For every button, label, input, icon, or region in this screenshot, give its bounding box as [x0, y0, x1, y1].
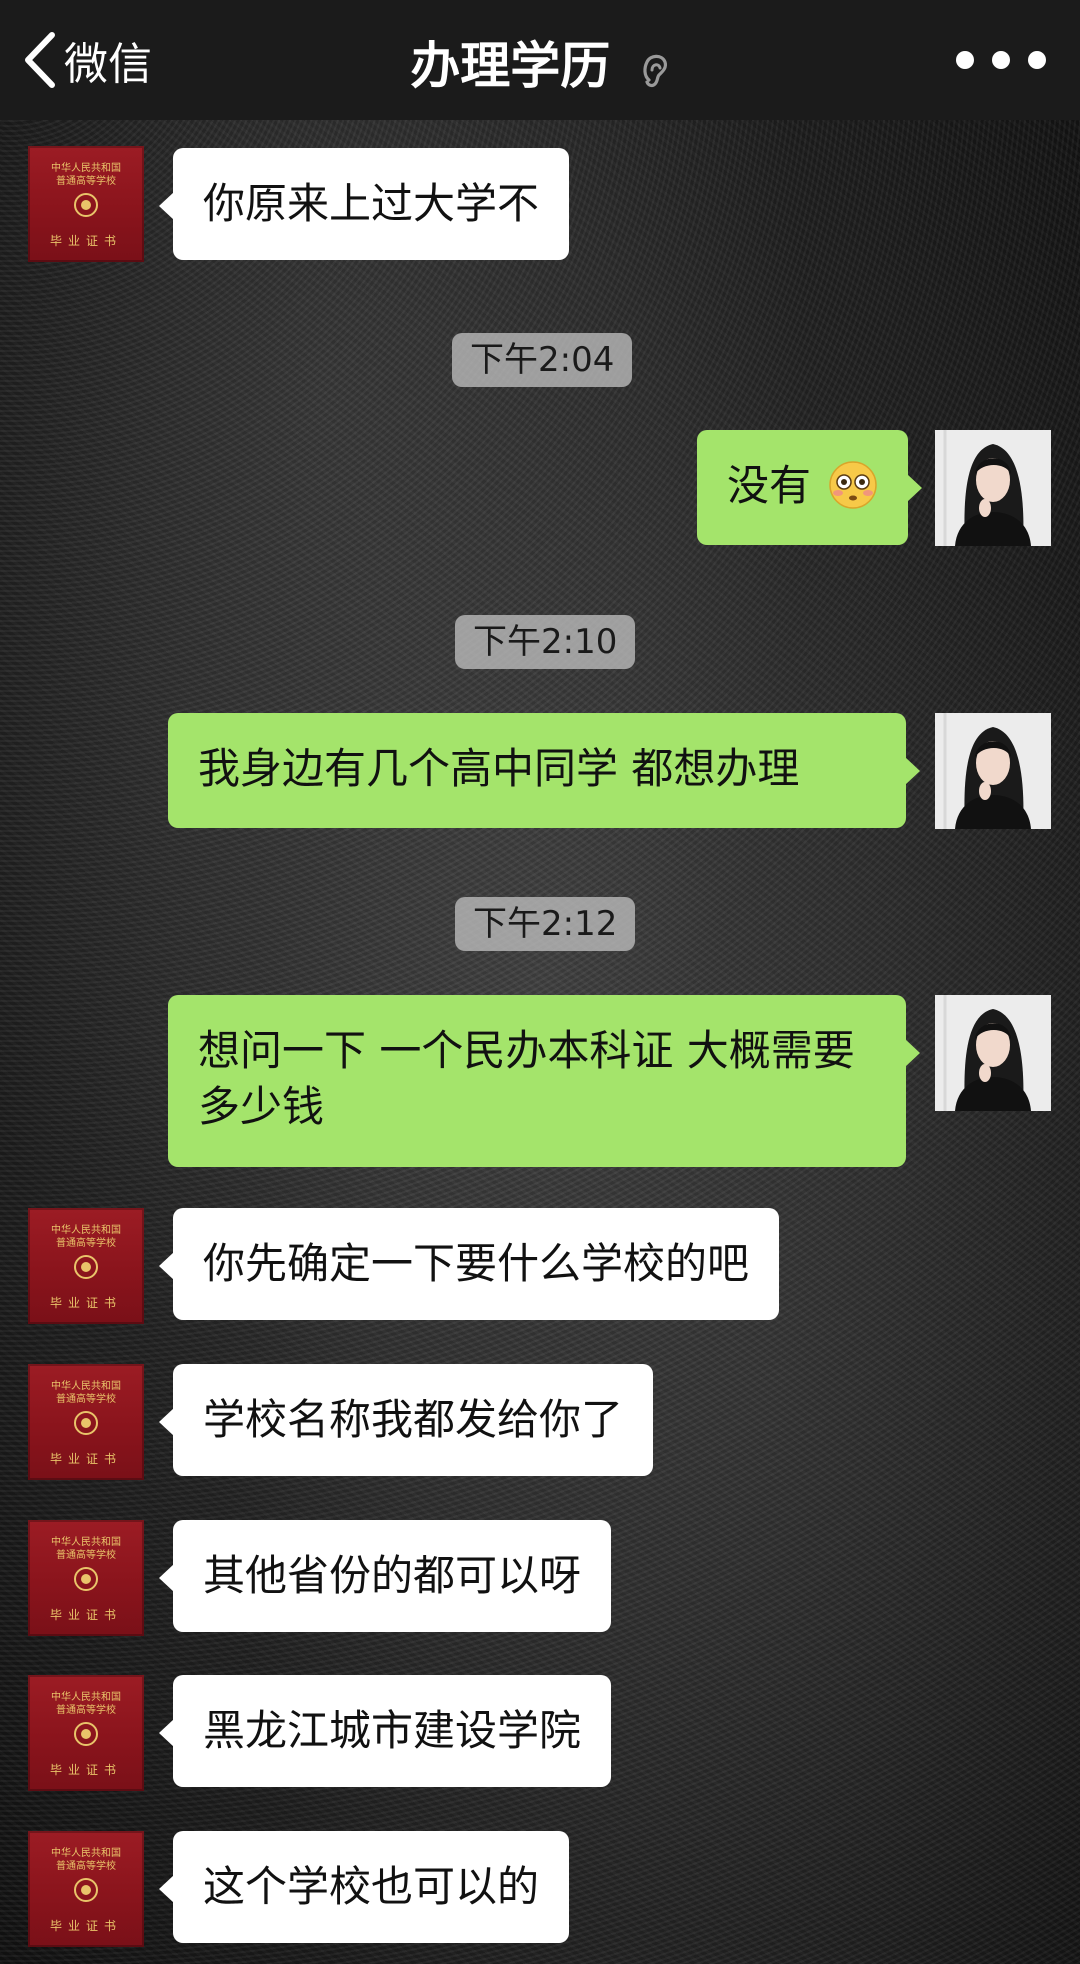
certificate-top-text: 中华人民共和国 普通高等学校 — [51, 1225, 121, 1249]
my-avatar[interactable] — [935, 713, 1051, 829]
message-bubble-sent[interactable]: 想问一下 一个民办本科证 大概需要多少钱 — [168, 995, 920, 1167]
message-bubble-received[interactable]: 你原来上过大学不 — [158, 148, 570, 260]
national-emblem-icon — [74, 1567, 98, 1591]
my-avatar[interactable] — [935, 430, 1051, 546]
flushed-face-emoji — [829, 461, 878, 509]
timestamp-text: 下午2:12 — [473, 904, 618, 944]
message-text: 学校名称我都发给你了 — [203, 1395, 624, 1444]
nav-bar: 微信 办理学历 — [0, 0, 1080, 120]
chat-title: 办理学历 — [410, 37, 611, 95]
certificate-bottom-text: 毕业证书 — [49, 1296, 122, 1310]
message-text: 黑龙江城市建设学院 — [203, 1706, 582, 1755]
more-dot-icon — [992, 51, 1010, 69]
message-bubble-received[interactable]: 学校名称我都发给你了 — [158, 1364, 654, 1476]
chat-wallpaper — [0, 0, 1080, 1964]
message-bubble-received[interactable]: 你先确定一下要什么学校的吧 — [158, 1208, 780, 1320]
message-text: 你原来上过大学不 — [203, 179, 540, 228]
contact-avatar[interactable]: 中华人民共和国 普通高等学校 毕业证书 — [28, 1364, 144, 1480]
message-text: 我身边有几个高中同学 都想办理 — [198, 744, 800, 793]
timestamp: 下午2:04 — [452, 333, 633, 387]
portrait-image — [935, 430, 1051, 546]
chat-title-wrap: 办理学历 — [0, 26, 1080, 98]
message-text: 其他省份的都可以呀 — [203, 1551, 582, 1600]
national-emblem-icon — [74, 1878, 98, 1902]
contact-avatar[interactable]: 中华人民共和国 普通高等学校 毕业证书 — [28, 1520, 144, 1636]
national-emblem-icon — [74, 193, 98, 217]
national-emblem-icon — [74, 1411, 98, 1435]
message-bubble-received[interactable]: 黑龙江城市建设学院 — [158, 1675, 612, 1787]
message-bubble-received[interactable]: 其他省份的都可以呀 — [158, 1520, 612, 1632]
earpiece-mode-icon — [643, 54, 667, 87]
portrait-image — [935, 995, 1051, 1111]
timestamp: 下午2:10 — [455, 615, 636, 669]
my-avatar[interactable] — [935, 995, 1051, 1111]
contact-avatar[interactable]: 中华人民共和国 普通高等学校 毕业证书 — [28, 1208, 144, 1324]
more-dot-icon — [1028, 51, 1046, 69]
certificate-bottom-text: 毕业证书 — [49, 1452, 122, 1466]
message-text: 想问一下 一个民办本科证 大概需要多少钱 — [198, 1026, 855, 1131]
timestamp: 下午2:12 — [455, 897, 636, 951]
certificate-top-text: 中华人民共和国 普通高等学校 — [51, 1381, 121, 1405]
national-emblem-icon — [74, 1722, 98, 1746]
message-text: 没有 — [727, 461, 812, 510]
certificate-top-text: 中华人民共和国 普通高等学校 — [51, 1848, 121, 1872]
portrait-image — [935, 713, 1051, 829]
message-bubble-sent[interactable]: 没有 — [697, 430, 923, 545]
certificate-bottom-text: 毕业证书 — [49, 1763, 122, 1777]
certificate-bottom-text: 毕业证书 — [49, 1919, 122, 1933]
contact-avatar[interactable]: 中华人民共和国 普通高等学校 毕业证书 — [28, 146, 144, 262]
certificate-bottom-text: 毕业证书 — [49, 1608, 122, 1622]
national-emblem-icon — [74, 1255, 98, 1279]
certificate-top-text: 中华人民共和国 普通高等学校 — [51, 1537, 121, 1561]
certificate-top-text: 中华人民共和国 普通高等学校 — [51, 163, 121, 187]
contact-avatar[interactable]: 中华人民共和国 普通高等学校 毕业证书 — [28, 1831, 144, 1947]
message-bubble-sent[interactable]: 我身边有几个高中同学 都想办理 — [168, 713, 920, 828]
certificate-top-text: 中华人民共和国 普通高等学校 — [51, 1692, 121, 1716]
timestamp-text: 下午2:10 — [473, 622, 618, 662]
contact-avatar[interactable]: 中华人民共和国 普通高等学校 毕业证书 — [28, 1675, 144, 1791]
timestamp-text: 下午2:04 — [470, 340, 615, 380]
message-text: 你先确定一下要什么学校的吧 — [203, 1239, 750, 1288]
more-options-button[interactable] — [956, 46, 1046, 74]
certificate-bottom-text: 毕业证书 — [49, 234, 122, 248]
message-text: 这个学校也可以的 — [203, 1862, 540, 1911]
message-bubble-received[interactable]: 这个学校也可以的 — [158, 1831, 570, 1943]
more-dot-icon — [956, 51, 974, 69]
